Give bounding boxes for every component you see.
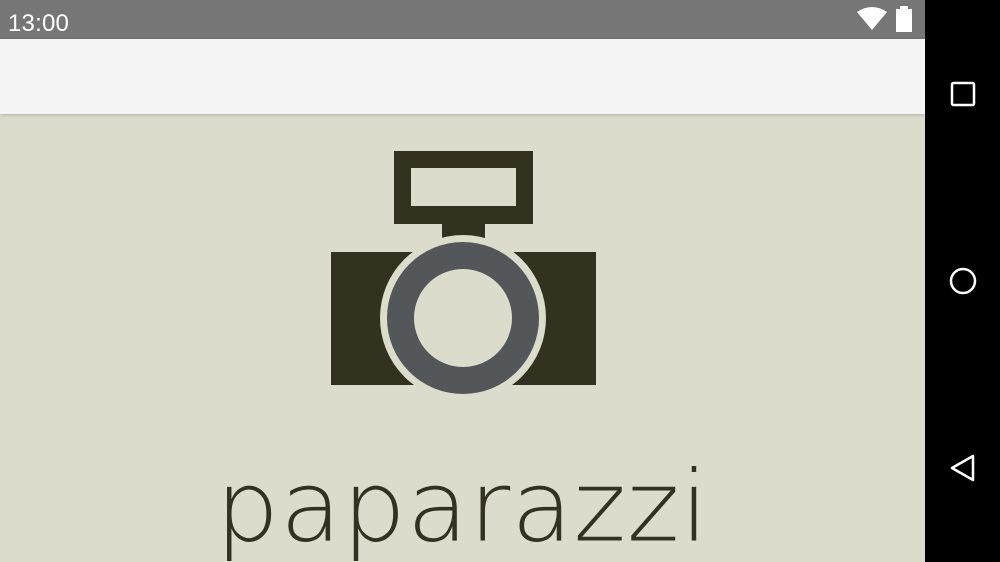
app-name-text: paparazzi (215, 449, 710, 562)
recents-icon[interactable] (949, 80, 977, 108)
main-content: paparazzi (0, 114, 925, 562)
home-icon[interactable] (949, 267, 977, 295)
camera-icon (331, 151, 596, 396)
battery-icon (896, 6, 912, 32)
back-icon[interactable] (949, 454, 977, 482)
status-time: 13:00 (8, 10, 70, 37)
wifi-icon (857, 7, 887, 30)
app-bar (0, 39, 925, 114)
app-name: paparazzi (0, 447, 925, 562)
status-bar: 13:00 (0, 0, 925, 39)
navigation-bar (925, 0, 1000, 562)
